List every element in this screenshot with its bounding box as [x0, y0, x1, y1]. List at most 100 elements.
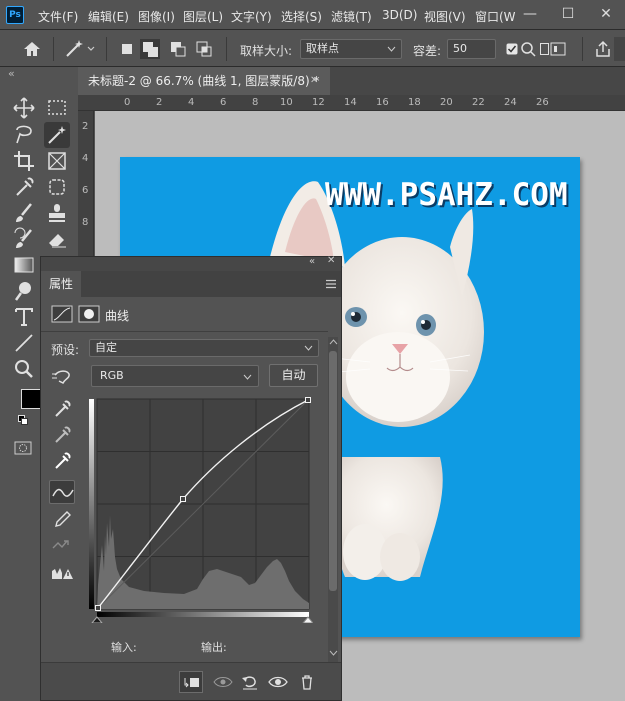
- ruler-label: 6: [82, 185, 89, 196]
- new-selection-icon[interactable]: [118, 39, 138, 59]
- divider: [53, 37, 54, 61]
- gradient-tool-icon[interactable]: [11, 252, 37, 278]
- preset-select[interactable]: 自定: [89, 339, 319, 357]
- minimize-button[interactable]: —: [516, 4, 544, 24]
- panel-menu-icon[interactable]: [325, 279, 337, 289]
- adjustment-title: 曲线: [105, 309, 130, 323]
- divider: [106, 37, 107, 61]
- ruler-label: 12: [312, 97, 325, 108]
- zoom-tool-icon[interactable]: [11, 356, 37, 382]
- add-to-selection-icon[interactable]: [140, 39, 160, 59]
- curve-edit-points-icon[interactable]: [49, 480, 75, 504]
- intersect-selection-icon[interactable]: [194, 39, 214, 59]
- quick-mask-icon[interactable]: [14, 441, 32, 455]
- tolerance-input[interactable]: 50: [447, 39, 496, 59]
- crop-tool-icon[interactable]: [11, 148, 37, 174]
- close-tab-icon[interactable]: ✕: [310, 67, 318, 95]
- black-point-slider[interactable]: [91, 616, 103, 623]
- magic-wand-tool-icon[interactable]: [44, 122, 70, 148]
- move-tool-icon[interactable]: [11, 95, 37, 121]
- dodge-tool-icon[interactable]: [11, 278, 37, 304]
- marquee-tool-icon[interactable]: [44, 95, 70, 121]
- search-icon[interactable]: [520, 41, 538, 57]
- reset-icon[interactable]: [238, 671, 262, 693]
- ruler-label: 4: [82, 153, 89, 164]
- menu-window[interactable]: 窗口(W: [475, 8, 516, 25]
- panel-header: « ✕: [41, 255, 341, 271]
- more-options-icon[interactable]: [614, 37, 625, 61]
- chevron-down-icon: [387, 46, 396, 52]
- collapse-icon[interactable]: «: [8, 67, 15, 80]
- foreground-color-swatch[interactable]: [21, 389, 41, 409]
- lasso-tool-icon[interactable]: [11, 122, 37, 148]
- clipping-warning-icon[interactable]: [49, 561, 75, 585]
- menu-edit[interactable]: 编辑(E): [88, 8, 129, 25]
- scroll-down-icon[interactable]: [329, 650, 338, 656]
- trash-icon[interactable]: [295, 671, 319, 693]
- auto-button[interactable]: 自动: [269, 364, 318, 387]
- spot-healing-tool-icon[interactable]: [44, 174, 70, 200]
- layer-mask-icon[interactable]: [78, 305, 100, 323]
- close-panel-icon[interactable]: ✕: [327, 255, 335, 266]
- curve-point-white[interactable]: [305, 397, 311, 403]
- clone-stamp-tool-icon[interactable]: [44, 200, 70, 226]
- magic-wand-tool-preset-icon[interactable]: [64, 39, 98, 59]
- pencil-draw-icon[interactable]: [49, 507, 75, 531]
- layer-sample-icon[interactable]: [549, 41, 571, 57]
- clip-to-layer-icon[interactable]: [179, 671, 203, 693]
- smooth-curve-icon[interactable]: [49, 533, 75, 557]
- share-icon[interactable]: [594, 40, 612, 58]
- menu-file[interactable]: 文件(F): [38, 8, 78, 25]
- ruler-label: 24: [504, 97, 517, 108]
- preset-value: 自定: [95, 341, 117, 354]
- tolerance-label: 容差:: [413, 44, 442, 58]
- home-icon[interactable]: [22, 40, 42, 58]
- output-gradient-bar: [89, 399, 94, 609]
- ruler-label: 20: [440, 97, 453, 108]
- menu-3d[interactable]: 3D(D): [382, 8, 417, 22]
- line-tool-icon[interactable]: [11, 330, 37, 356]
- menu-type[interactable]: 文字(Y): [231, 8, 272, 25]
- eraser-tool-icon[interactable]: [44, 226, 70, 252]
- ruler-label: 4: [188, 97, 195, 108]
- subtract-from-selection-icon[interactable]: [168, 39, 188, 59]
- menu-filter[interactable]: 滤镜(T): [331, 8, 372, 25]
- sample-size-select[interactable]: 取样点: [300, 39, 402, 59]
- ruler-label: 22: [472, 97, 485, 108]
- collapse-icon[interactable]: «: [309, 256, 315, 267]
- visibility-eye-icon[interactable]: [266, 671, 290, 693]
- scroll-up-icon[interactable]: [329, 339, 338, 345]
- gray-point-eyedropper-icon[interactable]: [49, 423, 75, 447]
- menu-layer[interactable]: 图层(L): [183, 8, 223, 25]
- photoshop-logo: Ps: [6, 6, 24, 24]
- input-label: 输入:: [111, 641, 137, 654]
- default-colors-icon[interactable]: [18, 415, 29, 426]
- checkbox-icon[interactable]: [506, 43, 518, 55]
- scrollbar-thumb[interactable]: [329, 351, 337, 591]
- type-tool-icon[interactable]: [11, 304, 37, 330]
- white-point-slider[interactable]: [302, 616, 313, 623]
- frame-tool-icon[interactable]: [44, 148, 70, 174]
- menu-select[interactable]: 选择(S): [281, 8, 322, 25]
- maximize-button[interactable]: ☐: [554, 4, 582, 24]
- on-image-adjust-icon[interactable]: [49, 365, 75, 389]
- brush-tool-icon[interactable]: [11, 200, 37, 226]
- black-point-eyedropper-icon[interactable]: [49, 397, 75, 421]
- menu-image[interactable]: 图像(I): [138, 8, 175, 25]
- curve-point-black[interactable]: [95, 605, 101, 611]
- chevron-down-icon: [243, 374, 252, 380]
- document-tab[interactable]: 未标题-2 @ 66.7% (曲线 1, 图层蒙版/8) * ✕: [78, 67, 330, 95]
- close-button[interactable]: ✕: [592, 4, 620, 24]
- history-brush-tool-icon[interactable]: [11, 226, 37, 252]
- ruler-label: 2: [82, 121, 89, 132]
- eyedropper-tool-icon[interactable]: [11, 174, 37, 200]
- curve-point-mid[interactable]: [180, 496, 186, 502]
- properties-panel: « ✕ 属性 曲线 预设: 自定 RGB 自动 输入: 输出:: [40, 255, 342, 701]
- white-point-eyedropper-icon[interactable]: [49, 449, 75, 473]
- chevron-down-icon: [304, 345, 313, 351]
- curves-graph[interactable]: [89, 395, 313, 623]
- view-previous-state-icon[interactable]: [211, 671, 235, 693]
- menu-view[interactable]: 视图(V): [424, 8, 466, 25]
- channel-select[interactable]: RGB: [91, 365, 259, 387]
- tab-properties[interactable]: 属性: [41, 271, 81, 297]
